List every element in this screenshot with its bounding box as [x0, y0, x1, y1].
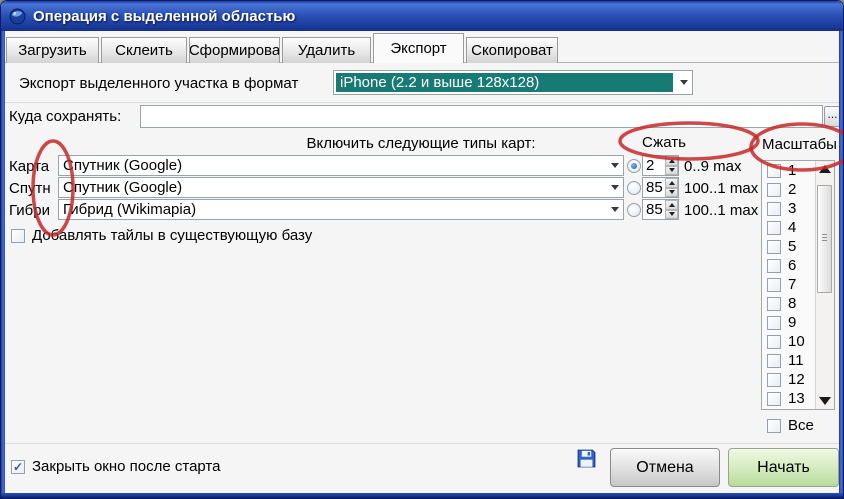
map-row-label: Карта: [9, 158, 57, 175]
tab-zagruzit[interactable]: Загрузить: [6, 37, 99, 63]
quality-radio-3[interactable]: [627, 203, 641, 217]
map-type-select-1[interactable]: Спутник (Google): [58, 155, 624, 176]
scales-scrollbar[interactable]: [815, 161, 834, 409]
quality-radio-2[interactable]: [627, 181, 641, 195]
chevron-down-icon[interactable]: [676, 71, 692, 94]
save-settings-button[interactable]: [577, 449, 597, 469]
append-tiles-label: Добавлять тайлы в существующую базу: [32, 227, 312, 244]
globe-icon: [9, 8, 26, 25]
map-row-label: Гибри: [9, 202, 57, 219]
quality-radio-1[interactable]: [627, 159, 641, 173]
close-after-start-label: Закрыть окно после старта: [32, 458, 220, 475]
cancel-button[interactable]: Отмена: [610, 448, 720, 487]
tab-eksport[interactable]: Экспорт: [373, 33, 464, 63]
spin-down-button[interactable]: [665, 166, 678, 176]
quality-range-label: 100..1 max: [684, 180, 758, 197]
include-maps-header: Включить следующие типы карт:: [161, 135, 681, 152]
scales-list: 1 2 3 4 5 6 7 8 9 10 11 12 13: [761, 160, 835, 410]
quality-spinner-2[interactable]: 85: [642, 177, 679, 198]
scales-header: Масштабы: [762, 136, 837, 153]
chevron-down-icon[interactable]: [607, 156, 623, 175]
checkbox-box[interactable]: [11, 229, 25, 243]
map-type-select-2[interactable]: Спутник (Google): [58, 177, 624, 198]
scroll-down-icon[interactable]: [816, 397, 834, 405]
tab-udalit[interactable]: Удалить: [282, 37, 371, 63]
spin-up-button[interactable]: [665, 200, 678, 210]
scroll-thumb[interactable]: [817, 185, 832, 293]
compress-header: Сжать: [642, 134, 686, 151]
chevron-down-icon[interactable]: [607, 200, 623, 219]
export-format-label: Экспорт выделенного участка в формат: [19, 75, 298, 92]
spin-down-button[interactable]: [665, 188, 678, 198]
export-format-value: iPhone (2.2 и выше 128x128): [336, 73, 673, 92]
select-all-checkbox[interactable]: Все: [767, 417, 814, 434]
spin-down-button[interactable]: [665, 210, 678, 220]
tab-skopirovat[interactable]: Скопироват: [466, 37, 558, 63]
separator-bottom: [1, 443, 843, 444]
floppy-icon: [577, 455, 596, 472]
map-type-select-3[interactable]: Гибрид (Wikimapia): [58, 199, 624, 220]
quality-range-label: 0..9 max: [684, 158, 742, 175]
window-frame-right: [839, 30, 843, 498]
start-button[interactable]: Начать: [728, 448, 839, 487]
titlebar[interactable]: Операция с выделенной областью: [1, 1, 843, 31]
window-frame-left: [1, 30, 5, 498]
append-tiles-checkbox[interactable]: Добавлять тайлы в существующую базу: [11, 227, 312, 244]
tab-skleit[interactable]: Склеить: [101, 37, 187, 63]
separator-top: [1, 102, 843, 103]
spin-up-button[interactable]: [665, 156, 678, 166]
window-frame-bottom: [1, 493, 843, 498]
quality-range-label: 100..1 max: [684, 202, 758, 219]
save-path-label: Куда сохранять:: [9, 108, 121, 125]
check-icon: ✓: [13, 461, 23, 473]
spin-up-button[interactable]: [665, 178, 678, 188]
chevron-down-icon[interactable]: [607, 178, 623, 197]
select-all-label: Все: [788, 417, 814, 434]
close-after-start-checkbox[interactable]: ✓ Закрыть окно после старта: [11, 458, 220, 475]
dialog-window: Операция с выделенной областью ✕ Загрузи…: [0, 0, 844, 499]
scroll-up-icon[interactable]: [816, 165, 834, 173]
map-row-label: Спутн: [9, 180, 57, 197]
quality-spinner-3[interactable]: 85: [642, 199, 679, 220]
window-title: Операция с выделенной областью: [33, 8, 295, 25]
save-path-input[interactable]: [140, 105, 823, 128]
quality-spinner-1[interactable]: 2: [642, 155, 679, 176]
export-format-select[interactable]: iPhone (2.2 и выше 128x128): [333, 70, 693, 95]
tab-sformirovat[interactable]: Сформирова: [189, 37, 280, 63]
